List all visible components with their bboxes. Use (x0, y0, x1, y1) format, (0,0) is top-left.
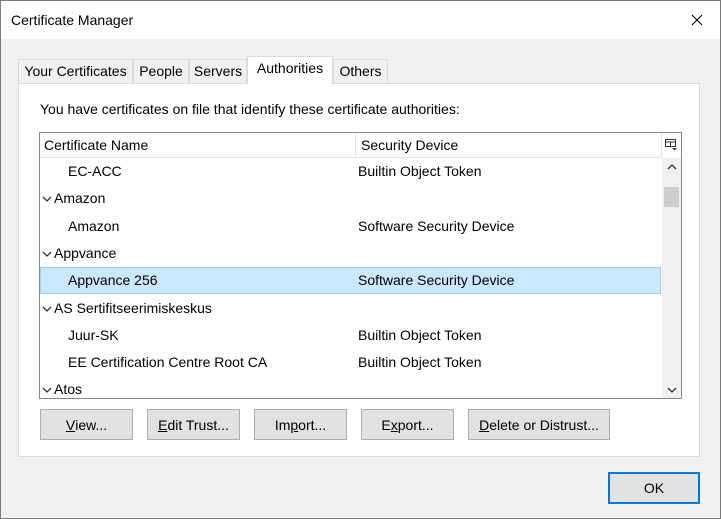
certificate-tree[interactable]: Certificate Name Security Device EC-ACC … (39, 132, 682, 399)
column-picker-icon (665, 139, 677, 151)
tab-label: People (139, 63, 183, 79)
chevron-down-icon[interactable] (42, 185, 54, 212)
authorities-panel: You have certificates on file that ident… (18, 83, 700, 457)
certificate-name: Amazon (68, 218, 120, 234)
accelerator: D (479, 416, 490, 433)
certificate-name: Appvance 256 (68, 272, 158, 288)
certificate-name: Juur-SK (68, 327, 119, 343)
certificate-manager-window: Certificate Manager Your Certificates Pe… (0, 0, 721, 519)
tree-row[interactable]: EC-ACC Builtin Object Token (40, 158, 662, 185)
button-label: iew... (75, 416, 108, 433)
tab-label: Authorities (256, 60, 324, 76)
intro-text: You have certificates on file that ident… (40, 101, 460, 117)
security-device: Builtin Object Token (358, 354, 482, 370)
certificate-name: EE Certification Centre Root CA (68, 354, 268, 370)
chevron-down-icon[interactable] (42, 295, 54, 322)
accelerator: x (390, 416, 398, 433)
certificate-name: EC-ACC (68, 163, 122, 179)
button-label: ort... (298, 416, 327, 433)
close-button[interactable] (674, 1, 720, 39)
tree-header: Certificate Name Security Device (40, 133, 662, 158)
column-header-certificate-name[interactable]: Certificate Name (40, 133, 356, 157)
tree-row[interactable]: Juur-SK Builtin Object Token (40, 322, 662, 349)
window-title: Certificate Manager (11, 12, 134, 28)
chevron-down-icon[interactable] (42, 376, 54, 398)
edit-trust-button[interactable]: Edit Trust... (147, 409, 240, 440)
button-label: port... (397, 416, 434, 433)
view-button[interactable]: View... (40, 409, 133, 440)
tree-group-row[interactable]: Amazon (40, 185, 662, 212)
tab-people[interactable]: People (133, 59, 189, 83)
column-picker-button[interactable] (661, 133, 681, 157)
ok-button[interactable]: OK (608, 472, 700, 504)
tree-row[interactable]: Amazon Software Security Device (40, 213, 662, 240)
button-label: Im (274, 416, 291, 433)
accelerator: p (290, 416, 299, 433)
tree-group-row[interactable]: Appvance (40, 240, 662, 267)
tab-authorities[interactable]: Authorities (247, 56, 333, 84)
import-button[interactable]: Im p ort... (254, 409, 347, 440)
tab-your-certificates[interactable]: Your Certificates (18, 59, 133, 83)
tab-others[interactable]: Others (333, 59, 388, 83)
tree-group-row[interactable]: Atos (40, 376, 662, 398)
scroll-up-button[interactable] (662, 158, 681, 175)
accelerator: E (158, 416, 168, 433)
tree-row-selected[interactable]: Appvance 256 Software Security Device (40, 267, 661, 294)
tab-label: Others (339, 63, 382, 79)
scroll-down-button[interactable] (662, 381, 681, 398)
group-name: AS Sertifitseerimiskeskus (54, 300, 212, 316)
group-name: Appvance (54, 245, 117, 261)
scroll-thumb[interactable] (664, 187, 679, 207)
chevron-down-icon (667, 387, 676, 393)
tab-label: Servers (193, 63, 243, 79)
tab-servers[interactable]: Servers (189, 59, 247, 83)
button-label: E (381, 416, 391, 433)
security-device: Software Security Device (358, 272, 515, 288)
tree-row[interactable]: EE Certification Centre Root CA Builtin … (40, 349, 662, 376)
tab-label: Your Certificates (24, 63, 127, 79)
button-label: elete or Distrust... (489, 416, 599, 433)
security-device: Software Security Device (358, 218, 515, 234)
security-device: Builtin Object Token (358, 327, 482, 343)
chevron-down-icon[interactable] (42, 240, 54, 267)
accelerator: V (65, 416, 76, 433)
vertical-scrollbar[interactable] (662, 158, 681, 398)
chevron-up-icon (667, 163, 676, 169)
close-icon (691, 14, 703, 26)
delete-or-distrust-button[interactable]: Delete or Distrust... (468, 409, 610, 440)
export-button[interactable]: Ex port... (361, 409, 454, 440)
button-label: dit Trust... (167, 416, 229, 433)
group-name: Atos (54, 381, 83, 397)
title-bar: Certificate Manager (1, 1, 720, 39)
group-name: Amazon (54, 190, 106, 206)
column-header-security-device[interactable]: Security Device (357, 133, 662, 157)
security-device: Builtin Object Token (358, 163, 482, 179)
tree-group-row[interactable]: AS Sertifitseerimiskeskus (40, 295, 662, 322)
